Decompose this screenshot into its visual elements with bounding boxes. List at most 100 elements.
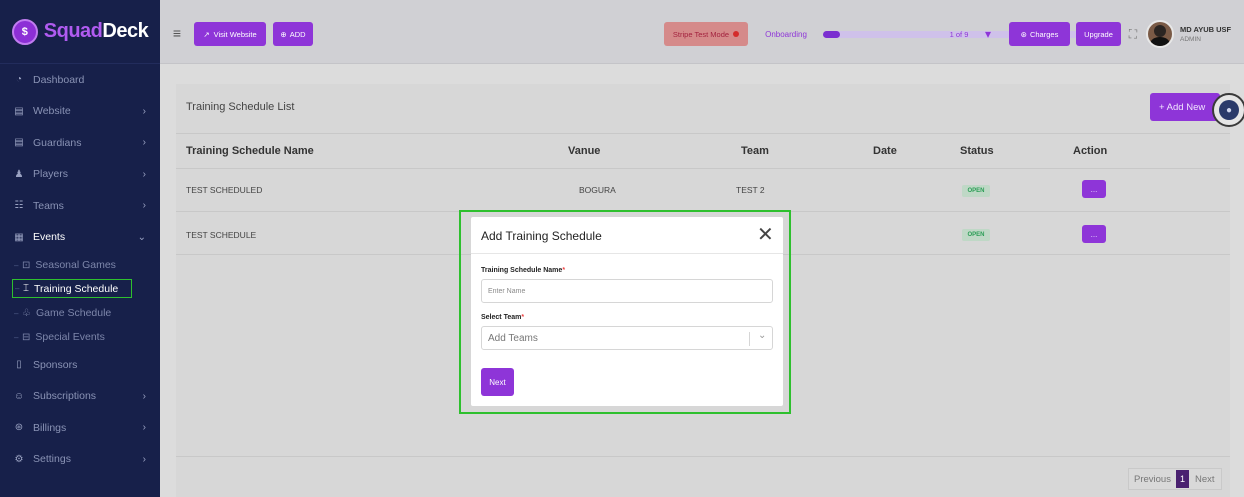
sidebar-subitem-seasonal-games[interactable]: – ⊡ Seasonal Games [0, 253, 160, 277]
add-button[interactable]: ⊕ ADD [273, 22, 313, 46]
pagination: Previous 1 Next [1128, 468, 1222, 490]
menu-toggle-icon[interactable]: ≡ [170, 26, 184, 40]
website-icon: ▤ [14, 105, 24, 117]
onboarding-label: Onboarding [765, 29, 807, 39]
sidebar-item-website[interactable]: ▤ Website › [0, 96, 160, 128]
chevron-right-icon: › [142, 168, 146, 180]
cell-venue: BOGURA [579, 185, 616, 195]
column-header-action: Action [1073, 145, 1108, 157]
sidebar-item-label: Events [33, 231, 66, 244]
sidebar-item-guardians[interactable]: ▤ Guardians › [0, 127, 160, 159]
plus-circle-icon: ⊕ [280, 29, 287, 39]
chevron-right-icon: › [142, 105, 146, 117]
teams-icon: ☷ [14, 200, 24, 212]
onboarding-progress-fill [823, 31, 840, 38]
sidebar-item-label: Subscriptions [33, 390, 97, 403]
chat-widget[interactable]: ● [1212, 93, 1244, 127]
modal-title: Add Training Schedule [481, 229, 602, 243]
sidebar-item-label: Sponsors [33, 358, 78, 371]
pagination-next[interactable]: Next [1189, 474, 1221, 485]
brand-name: SquadDeck [43, 20, 149, 42]
stripe-test-mode-badge: Stripe Test Mode [664, 22, 748, 46]
column-header-date[interactable]: Date [873, 145, 897, 157]
game-icon: ⊡ [22, 259, 31, 271]
sidebar-item-dashboard[interactable]: ◔ Dashboard [0, 64, 160, 96]
sidebar-item-label: Website [33, 105, 71, 118]
select-team-label: Select Team* [481, 314, 525, 321]
visit-website-button[interactable]: ↗ Visit Website [194, 22, 266, 46]
close-icon[interactable]: ✕ [757, 225, 774, 245]
sidebar-item-label: Guardians [33, 136, 82, 149]
onboarding-step: 1 of 9 [949, 29, 969, 39]
sidebar-subitem-label: Special Events [35, 331, 105, 343]
chevron-right-icon: › [142, 390, 146, 402]
page-title: Training Schedule List [186, 101, 295, 113]
chevron-right-icon: › [142, 200, 146, 212]
sponsors-icon: ▯ [16, 359, 22, 371]
brand-logo[interactable]: $ SquadDeck [0, 0, 160, 64]
avatar [1146, 20, 1174, 48]
schedule-icon: ♧ [22, 307, 31, 319]
billings-icon: ⊛ [14, 422, 24, 434]
next-button[interactable]: Next [481, 368, 514, 396]
sidebar-item-label: Players [33, 168, 69, 181]
column-header-venue[interactable]: Vanue [568, 145, 600, 157]
sidebar-item-label: Billings [33, 421, 67, 434]
sidebar-item-billings[interactable]: ⊛ Billings › [0, 412, 160, 444]
chevron-right-icon: › [142, 422, 146, 434]
sidebar-nav: ◔ Dashboard ▤ Website › ▤ Guardians › ♟ Player… [0, 64, 160, 475]
training-icon: ⌶ [23, 283, 29, 294]
chevron-down-icon: ⌄ [137, 231, 146, 243]
sidebar: $ SquadDeck ◔ Dashboard ▤ Website › ▤ Guardi… [0, 0, 160, 497]
column-header-team[interactable]: Team [741, 145, 769, 157]
add-training-schedule-modal: Add Training Schedule ✕ Training Schedul… [471, 217, 783, 406]
status-badge: OPEN [962, 185, 990, 197]
chat-icon: ● [1219, 100, 1239, 120]
sidebar-item-subscriptions[interactable]: ☺ Subscriptions › [0, 381, 160, 413]
cell-team: TEST 2 [736, 185, 765, 195]
sidebar-item-sponsors[interactable]: ▯ Sponsors [0, 349, 160, 381]
special-events-icon: ⊟ [22, 331, 31, 343]
sidebar-item-settings[interactable]: ⚙ Settings › [0, 444, 160, 476]
sidebar-subitem-label: Training Schedule [34, 282, 119, 295]
cell-name: TEST SCHEDULED [186, 185, 263, 195]
pagination-page-current[interactable]: 1 [1175, 470, 1189, 488]
row-action-button[interactable]: ... [1082, 225, 1106, 243]
status-badge: OPEN [962, 229, 990, 241]
sidebar-item-label: Teams [33, 199, 64, 212]
sidebar-subitem-training-schedule[interactable]: – ⌶ Training Schedule [12, 279, 132, 298]
user-menu[interactable]: MD AYUB USF ADMIN [1146, 18, 1244, 50]
external-link-icon: ↗ [203, 29, 210, 39]
charges-button[interactable]: ⊛ Charges [1009, 22, 1070, 46]
sidebar-item-players[interactable]: ♟ Players › [0, 159, 160, 191]
sidebar-item-teams[interactable]: ☷ Teams › [0, 190, 160, 222]
sidebar-item-events[interactable]: ▦ Events ⌄ [0, 222, 160, 254]
column-header-status[interactable]: Status [960, 145, 994, 157]
calendar-icon: ▦ [14, 231, 24, 243]
add-new-button[interactable]: + Add New [1150, 93, 1220, 121]
sidebar-subitem-label: Seasonal Games [35, 259, 116, 271]
column-header-name[interactable]: Training Schedule Name [186, 145, 314, 157]
upgrade-button[interactable]: Upgrade [1076, 22, 1121, 46]
subscriptions-icon: ☺ [13, 390, 25, 402]
fullscreen-icon[interactable]: ⛶ [1125, 22, 1141, 46]
players-icon: ♟ [14, 168, 24, 180]
sidebar-item-label: Dashboard [33, 73, 85, 86]
topbar: ≡ ↗ Visit Website ⊕ ADD Stripe Test Mode O… [160, 0, 1244, 64]
logo-icon: $ [11, 18, 38, 45]
select-team-dropdown[interactable]: Add Teams ⌄ [481, 326, 773, 350]
sidebar-item-label: Settings [33, 453, 71, 466]
sidebar-subitem-game-schedule[interactable]: – ♧ Game Schedule [0, 301, 160, 325]
dashboard-icon: ◔ [15, 74, 23, 86]
training-name-label: Training Schedule Name* [481, 267, 566, 274]
pagination-previous[interactable]: Previous [1129, 474, 1176, 485]
step-dropdown-icon[interactable]: ▾ [978, 22, 998, 46]
sidebar-subitem-special-events[interactable]: – ⊟ Special Events [0, 325, 160, 349]
chevron-right-icon: › [142, 453, 146, 465]
chevron-down-icon: ⌄ [758, 330, 767, 341]
training-name-input[interactable] [481, 279, 773, 303]
sidebar-subitem-label: Game Schedule [35, 307, 112, 319]
status-dot-icon [733, 31, 740, 37]
row-action-button[interactable]: ... [1082, 180, 1106, 198]
cell-name: TEST SCHEDULE [186, 230, 257, 240]
